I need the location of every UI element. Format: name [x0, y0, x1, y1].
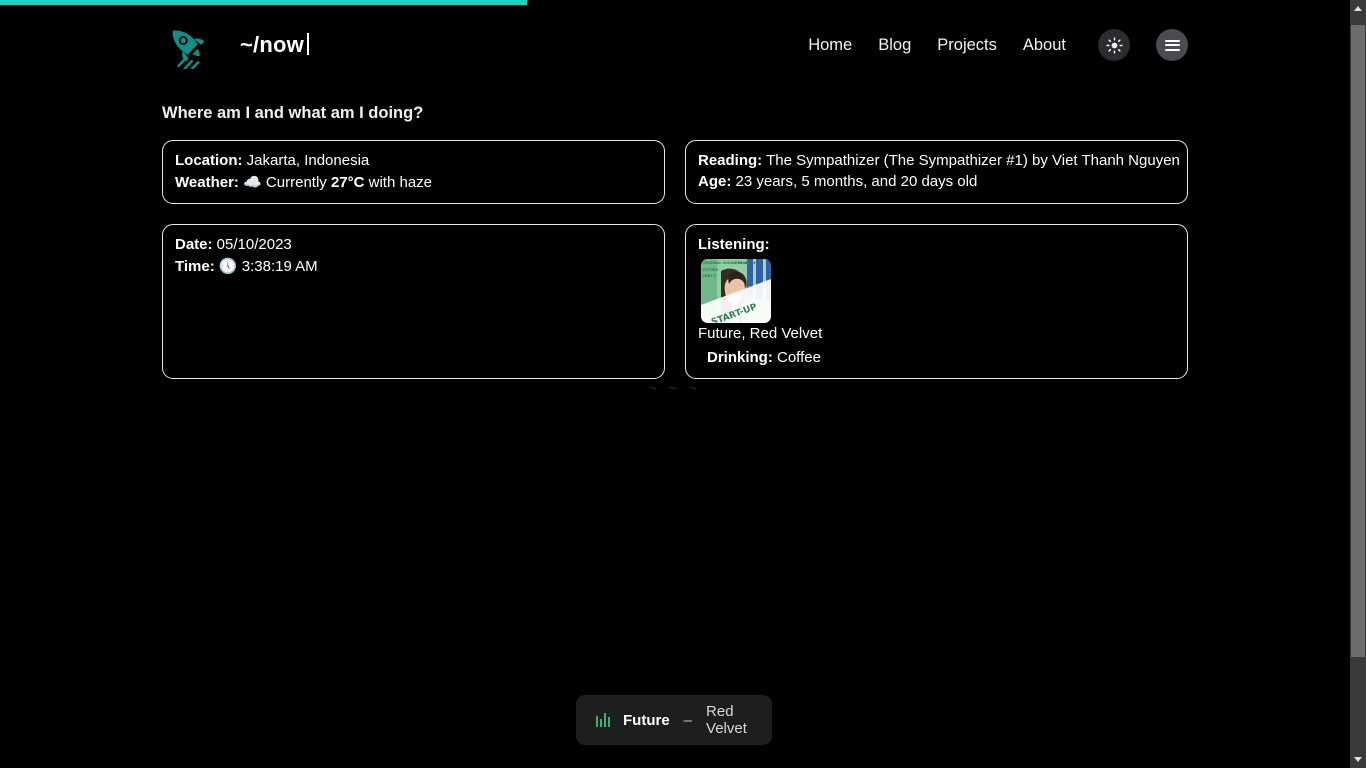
main-nav: Home Blog Projects About: [808, 29, 1188, 61]
nav-link-blog[interactable]: Blog: [878, 36, 911, 55]
weather-temperature: 27°C: [330, 173, 365, 191]
time-label: Time:: [175, 258, 215, 276]
weather-label: Weather:: [175, 173, 239, 191]
toast-artist-name: Red Velvet: [706, 703, 747, 737]
clock-icon: 🕔: [218, 257, 238, 276]
date-line: Date: 05/10/2023: [175, 235, 652, 256]
page-viewport: ~/now Home Blog Projects About Where am …: [0, 0, 1350, 768]
menu-toggle-button[interactable]: [1156, 29, 1188, 61]
equalizer-icon: [596, 713, 610, 727]
brand-title-text: ~/now: [240, 32, 304, 57]
age-line: Age: 23 years, 5 months, and 20 days old: [698, 172, 1175, 193]
drinking-value: Coffee: [772, 348, 821, 366]
reading-label: Reading:: [698, 152, 763, 169]
sun-icon: [1105, 36, 1123, 54]
scroll-up-button[interactable]: [1350, 0, 1366, 17]
vertical-scrollbar[interactable]: [1350, 0, 1366, 768]
scrollbar-thumb[interactable]: [1351, 25, 1365, 657]
listening-label: Listening:: [698, 236, 770, 254]
page-load-progress-fill: [0, 0, 527, 5]
location-line: Location: Jakarta, Indonesia: [175, 151, 652, 172]
date-label: Date:: [175, 236, 213, 254]
listening-label-line: Listening:: [698, 235, 1175, 256]
location-label: Location:: [175, 152, 243, 169]
brand[interactable]: ~/now: [162, 19, 309, 71]
status-card-grid: Location: Jakarta, Indonesia Weather: ☁️…: [162, 140, 1188, 380]
svg-text:Red Velvet: Red Velvet: [735, 261, 756, 265]
drinking-label: Drinking:: [707, 348, 773, 366]
time-value: 3:38:19 AM: [237, 258, 318, 276]
album-art: START-UP ORIGINAL SOUND TRACK Red Velvet…: [701, 259, 771, 324]
card-date-time: Date: 05/10/2023 Time: 🕔 3:38:19 AM: [162, 224, 665, 380]
scroll-up-arrow-icon: [1354, 6, 1362, 11]
toast-track-title: Future: [623, 711, 670, 729]
scroll-down-arrow-icon: [1354, 757, 1362, 762]
card-location-weather: Location: Jakarta, Indonesia Weather: ☁️…: [162, 140, 665, 205]
cloud-icon: ☁️: [243, 172, 262, 191]
hamburger-icon: [1164, 37, 1180, 53]
nav-link-projects[interactable]: Projects: [937, 36, 997, 55]
page-load-progress-bar: [0, 0, 1350, 5]
theme-toggle-button[interactable]: [1098, 29, 1130, 61]
page-heading: Where am I and what am I doing?: [162, 104, 424, 122]
date-value: 05/10/2023: [212, 236, 292, 254]
brand-title: ~/now: [240, 32, 309, 58]
scroll-down-button[interactable]: [1350, 751, 1366, 768]
nav-link-about[interactable]: About: [1023, 36, 1066, 55]
card-reading-age: Reading: The Sympathizer (The Sympathize…: [685, 140, 1188, 205]
weather-line: Weather: ☁️ Currently 27°C with haze: [175, 172, 652, 194]
svg-text:PART 3: PART 3: [703, 274, 717, 278]
weather-prefix: Currently: [261, 173, 331, 191]
now-playing-toast[interactable]: Future – Red Velvet: [576, 695, 772, 745]
age-label: Age:: [698, 172, 732, 190]
section-divider: ~ ~ ~: [648, 380, 702, 396]
reading-value: The Sympathizer (The Sympathizer #1) by …: [762, 152, 1180, 169]
text-caret: [306, 33, 309, 55]
svg-text:FUTURE: FUTURE: [703, 268, 719, 272]
weather-suffix: with haze: [364, 173, 433, 191]
now-playing-track-line: Future, Red Velvet: [698, 325, 823, 343]
age-value: 23 years, 5 months, and 20 days old: [731, 172, 978, 190]
rocket-icon: [161, 18, 215, 72]
location-value: Jakarta, Indonesia: [242, 152, 370, 169]
reading-line: Reading: The Sympathizer (The Sympathize…: [698, 151, 1180, 172]
site-header: ~/now Home Blog Projects About: [0, 0, 1350, 90]
drinking-line: Drinking: Coffee: [698, 348, 1175, 369]
nav-link-home[interactable]: Home: [808, 36, 852, 55]
toast-separator: –: [683, 711, 693, 729]
time-line: Time: 🕔 3:38:19 AM: [175, 256, 652, 278]
card-listening-drinking: Listening: START-UP ORIGINAL SOUND TRACK…: [685, 224, 1188, 380]
